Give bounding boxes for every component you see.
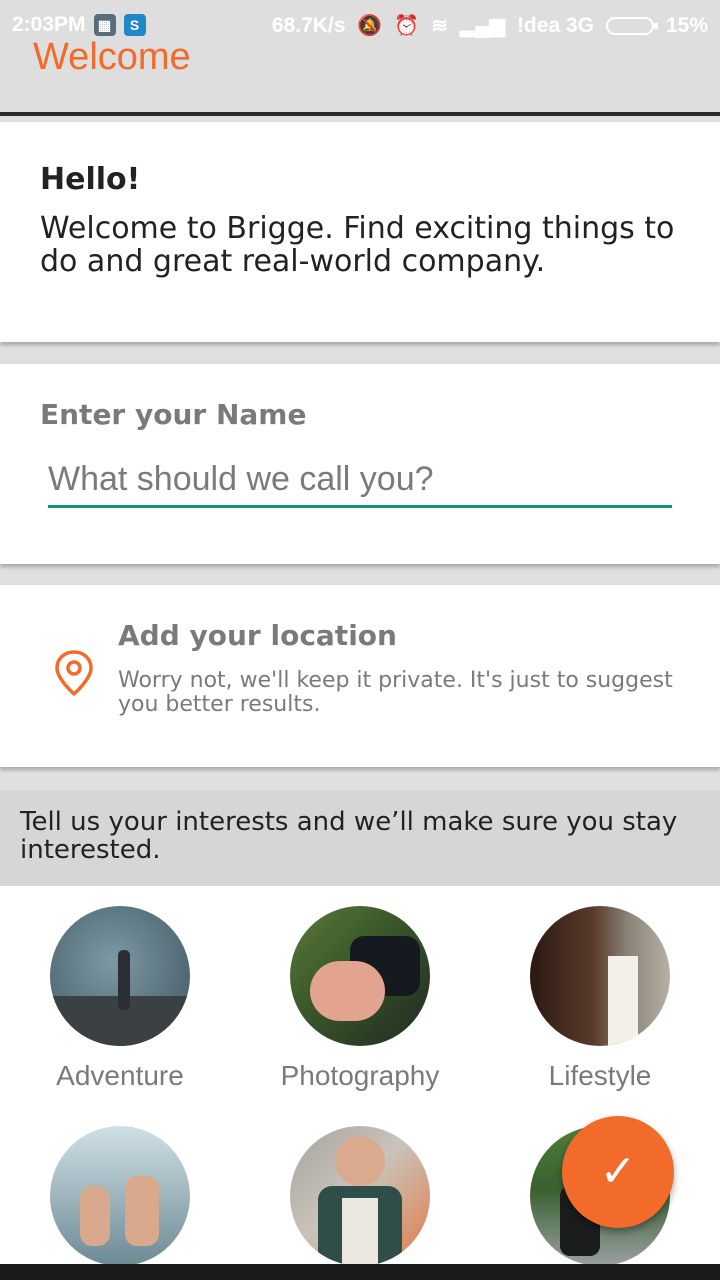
network-speed: 68.7K/s: [271, 13, 346, 37]
location-title: Add your location: [118, 619, 397, 652]
interest-tile-adventure[interactable]: Adventure: [0, 906, 240, 1092]
system-nav-bar: [0, 1264, 720, 1280]
add-location-card[interactable]: Add your location Worry not, we'll keep …: [0, 585, 720, 767]
signal-icon: ▂▄▆: [460, 15, 505, 37]
alarm-icon: ⏰: [394, 15, 420, 37]
interest-tile-lifestyle[interactable]: Lifestyle: [480, 906, 720, 1092]
app-notification-icon: ▦: [93, 14, 116, 36]
interest-label: Lifestyle: [548, 1060, 652, 1091]
name-label: Enter your Name: [40, 398, 307, 431]
interest-label: Photography: [280, 1060, 440, 1091]
mute-icon: 🔕: [357, 15, 383, 37]
location-subtitle: Worry not, we'll keep it private. It's j…: [118, 668, 673, 717]
photography-image: [290, 906, 430, 1046]
interest-label: Adventure: [56, 1060, 184, 1091]
interest-image-beach: [50, 1126, 190, 1266]
interest-tile-4[interactable]: [0, 1126, 240, 1266]
confirm-fab-button[interactable]: ✓: [562, 1116, 674, 1228]
page-title: Welcome: [33, 36, 191, 78]
interest-image-chef: [290, 1126, 430, 1266]
map-pin-icon: [55, 650, 93, 696]
wifi-icon: ≋: [431, 15, 448, 37]
hello-card: Hello! Welcome to Brigge. Find exciting …: [0, 122, 720, 342]
name-card: Enter your Name: [0, 364, 720, 564]
battery-percent: 15%: [665, 13, 708, 37]
name-input[interactable]: [48, 454, 672, 508]
hello-title: Hello!: [40, 162, 141, 197]
top-bar: 2:03PM ▦ S 68.7K/s 🔕 ⏰ ≋ ▂▄▆ !dea 3G 15%…: [0, 0, 720, 112]
interest-tile-photography[interactable]: Photography: [240, 906, 480, 1092]
interests-prompt: Tell us your interests and we’ll make su…: [20, 807, 678, 865]
interest-tile-5[interactable]: [240, 1126, 480, 1266]
status-time: 2:03PM: [12, 13, 86, 36]
carrier-name: !dea 3G: [516, 13, 594, 37]
app-bar-divider: [0, 112, 720, 116]
interests-banner: Tell us your interests and we’ll make su…: [0, 790, 720, 886]
hello-body: Welcome to Brigge. Find exciting things …: [40, 211, 675, 279]
adventure-image: [50, 906, 190, 1046]
lifestyle-image: [530, 906, 670, 1046]
battery-icon: [605, 16, 658, 35]
skype-notification-icon: S: [123, 14, 146, 36]
check-icon: ✓: [599, 1146, 637, 1197]
